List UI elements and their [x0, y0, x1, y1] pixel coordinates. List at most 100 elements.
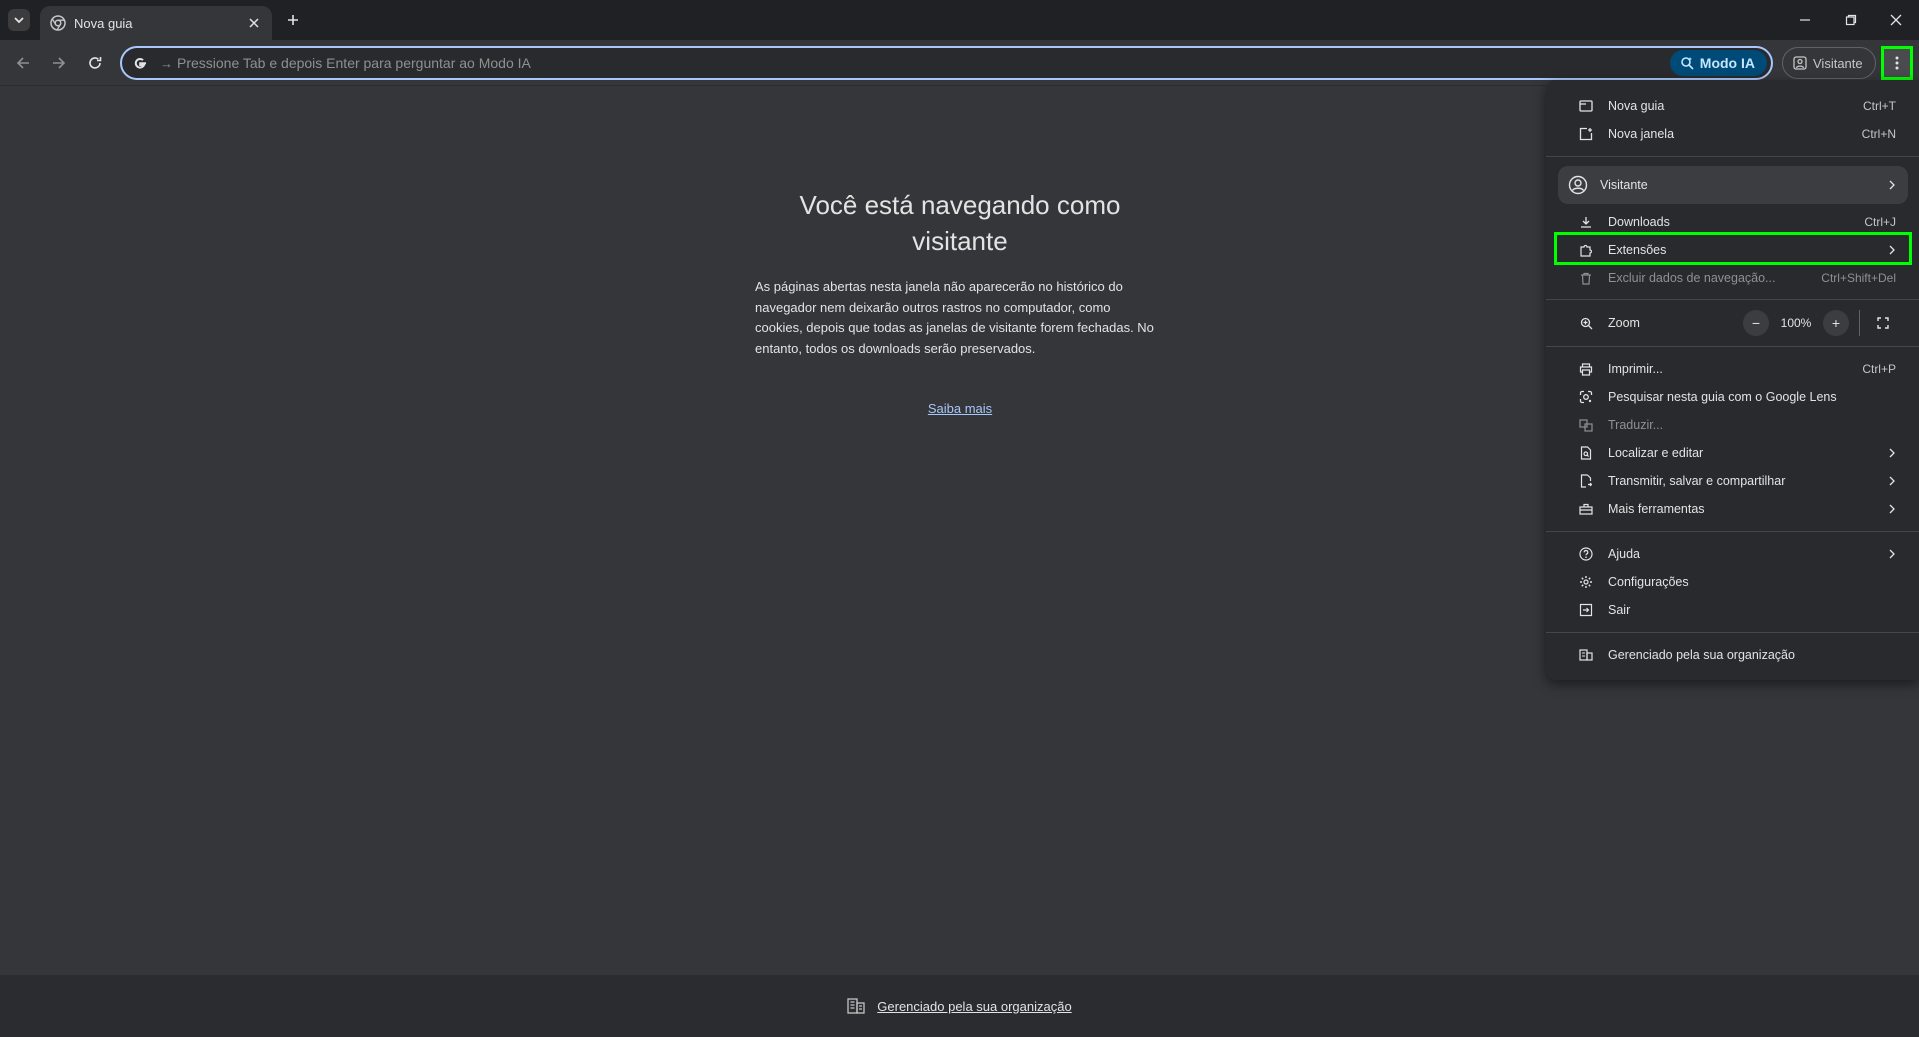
menu-item-label: Traduzir... [1608, 418, 1664, 432]
menu-item-label: Localizar e editar [1608, 446, 1704, 460]
restore-button[interactable] [1828, 0, 1874, 40]
forward-button[interactable] [47, 51, 71, 75]
close-icon [1890, 14, 1902, 26]
menu-item-google-lens[interactable]: Pesquisar nesta guia com o Google Lens [1558, 384, 1908, 410]
menu-item-label: Nova guia [1608, 99, 1665, 113]
print-icon [1578, 361, 1594, 377]
download-icon [1578, 214, 1594, 230]
help-icon [1578, 546, 1594, 562]
plus-icon [288, 15, 298, 25]
ai-mode-label: Modo IA [1699, 55, 1755, 71]
menu-item-new-window[interactable]: Nova janela Ctrl+N [1558, 121, 1908, 147]
menu-item-label: Transmitir, salvar e compartilhar [1608, 474, 1786, 488]
chrome-menu: Nova guia Ctrl+T Nova janela Ctrl+N Visi… [1546, 80, 1919, 680]
menu-divider [1546, 632, 1919, 633]
fullscreen-icon [1877, 317, 1889, 329]
tab-arrow: → [160, 55, 173, 71]
menu-item-label: Configurações [1608, 575, 1689, 589]
search-spark-icon [1680, 57, 1694, 70]
tab-search-button[interactable] [8, 9, 30, 31]
tab-strip: Nova guia [0, 0, 1919, 40]
new-window-icon [1578, 126, 1594, 142]
menu-item-managed[interactable]: Gerenciado pela sua organização [1558, 642, 1908, 668]
menu-button[interactable] [1881, 46, 1913, 80]
menu-item-settings[interactable]: Configurações [1558, 569, 1908, 595]
zoom-icon [1578, 315, 1594, 331]
menu-item-label: Imprimir... [1608, 362, 1663, 376]
menu-item-label: Sair [1608, 603, 1631, 617]
fullscreen-button[interactable] [1870, 310, 1896, 336]
menu-item-label: Excluir dados de navegação... [1608, 271, 1776, 285]
menu-divider [1546, 299, 1919, 300]
menu-item-cast-save-share[interactable]: Transmitir, salvar e compartilhar [1558, 468, 1908, 494]
toolbox-icon [1578, 501, 1594, 517]
menu-item-clear-browsing-data[interactable]: Excluir dados de navegação... Ctrl+Shift… [1558, 265, 1908, 291]
managed-footer-link[interactable]: Gerenciado pela sua organização [877, 999, 1071, 1014]
menu-item-shortcut: Ctrl+Shift+Del [1821, 271, 1896, 285]
find-in-page-icon [1578, 445, 1594, 461]
building-icon [847, 998, 865, 1014]
chrome-icon [50, 15, 66, 31]
new-tab-icon [1578, 98, 1594, 114]
reload-button[interactable] [83, 51, 107, 75]
lens-icon [1578, 389, 1594, 405]
menu-item-translate[interactable]: Traduzir... [1558, 412, 1908, 438]
menu-item-find-edit[interactable]: Localizar e editar [1558, 440, 1908, 466]
menu-item-label: Nova janela [1608, 127, 1675, 141]
zoom-level: 100% [1780, 316, 1812, 330]
back-button[interactable] [11, 51, 35, 75]
extensions-highlight [1554, 232, 1912, 265]
google-icon [134, 57, 146, 69]
chevron-down-icon [14, 17, 24, 24]
chevron-right-icon [1889, 549, 1895, 559]
menu-item-shortcut: Ctrl+N [1861, 127, 1896, 141]
managed-footer: Gerenciado pela sua organização [0, 975, 1919, 1037]
menu-divider [1546, 346, 1919, 347]
trash-icon [1578, 270, 1594, 286]
menu-item-exit[interactable]: Sair [1558, 597, 1908, 623]
new-tab-button[interactable] [282, 9, 304, 31]
menu-item-label: Gerenciado pela sua organização [1608, 648, 1795, 662]
menu-item-label: Visitante [1600, 178, 1648, 192]
tab-new-tab[interactable]: Nova guia [40, 6, 272, 40]
menu-item-label: Pesquisar nesta guia com o Google Lens [1608, 390, 1837, 404]
chevron-right-icon [1889, 180, 1895, 190]
menu-item-more-tools[interactable]: Mais ferramentas [1558, 496, 1908, 522]
menu-item-help[interactable]: Ajuda [1558, 541, 1908, 567]
menu-item-shortcut: Ctrl+P [1862, 362, 1896, 376]
page-description: As páginas abertas nesta janela não apar… [755, 279, 1154, 356]
chevron-right-icon [1889, 448, 1895, 458]
menu-divider [1546, 531, 1919, 532]
gear-icon [1578, 574, 1594, 590]
minimize-button[interactable] [1782, 0, 1828, 40]
translate-icon [1578, 417, 1594, 433]
zoom-in-button[interactable]: + [1823, 310, 1849, 336]
ai-mode-button[interactable]: Modo IA [1669, 50, 1767, 76]
menu-item-print[interactable]: Imprimir... Ctrl+P [1558, 356, 1908, 382]
close-tab-icon[interactable] [246, 15, 262, 31]
menu-item-new-tab[interactable]: Nova guia Ctrl+T [1558, 93, 1908, 119]
close-window-button[interactable] [1873, 0, 1919, 40]
profile-button[interactable]: Visitante [1782, 47, 1876, 79]
menu-item-zoom: Zoom − 100% + [1558, 310, 1908, 336]
menu-item-profile[interactable]: Visitante [1558, 166, 1908, 204]
omnibox[interactable]: → Pressione Tab e depois Enter para perg… [120, 46, 1773, 80]
menu-item-label: Ajuda [1608, 547, 1640, 561]
file-share-icon [1578, 473, 1594, 489]
guest-profile-icon [1793, 56, 1807, 70]
omnibox-placeholder: Pressione Tab e depois Enter para pergun… [177, 55, 531, 71]
zoom-divider [1859, 310, 1860, 336]
arrow-left-icon [16, 57, 29, 69]
menu-item-shortcut: Ctrl+T [1863, 99, 1896, 113]
reload-icon [89, 57, 102, 69]
exit-icon [1578, 602, 1594, 618]
profile-button-label: Visitante [1813, 55, 1863, 71]
building-icon [1578, 647, 1594, 663]
account-circle-icon [1568, 175, 1588, 195]
menu-item-label: Mais ferramentas [1608, 502, 1705, 516]
chevron-right-icon [1889, 504, 1895, 514]
zoom-out-button[interactable]: − [1743, 310, 1769, 336]
learn-more-link[interactable]: Saiba mais [900, 401, 1020, 416]
arrow-right-icon [53, 57, 66, 69]
menu-divider [1546, 156, 1919, 157]
